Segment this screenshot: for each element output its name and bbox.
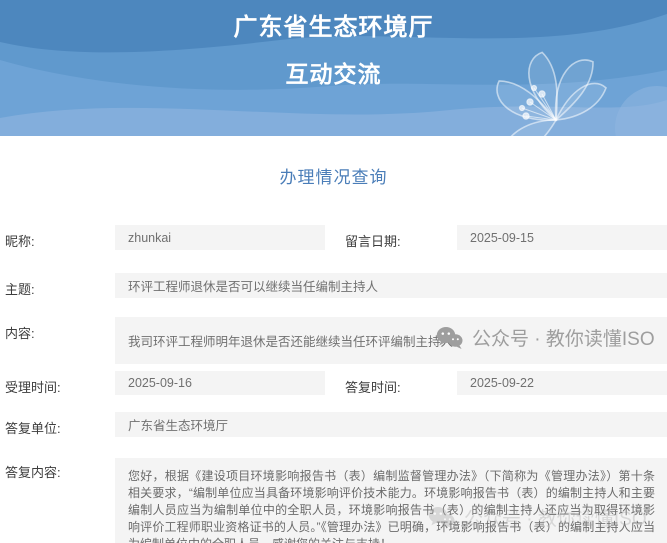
site-title: 广东省生态环境厅 xyxy=(233,14,434,41)
page-root: 广东省生态环境厅 互动交流 办理情况查询 昵称: zhunkai 留言日期: 2… xyxy=(0,0,667,543)
reply-time-label: 答复时间: xyxy=(345,380,401,395)
reply-unit-field[interactable]: 广东省生态环境厅 xyxy=(115,412,667,437)
subject-field[interactable]: 环评工程师退休是否可以继续当任编制主持人 xyxy=(115,273,667,298)
site-subtitle: 互动交流 xyxy=(285,61,382,87)
banner: 广东省生态环境厅 互动交流 xyxy=(0,0,667,136)
message-date-label: 留言日期: xyxy=(345,234,401,249)
accept-time-label: 受理时间: xyxy=(5,380,61,395)
reply-time-field[interactable]: 2025-09-22 xyxy=(457,371,667,395)
subject-label: 主题: xyxy=(5,282,35,297)
reply-unit-label: 答复单位: xyxy=(5,421,61,436)
banner-titles: 广东省生态环境厅 互动交流 xyxy=(0,0,667,89)
accept-time-field[interactable]: 2025-09-16 xyxy=(115,371,325,395)
nickname-label: 昵称: xyxy=(5,234,35,249)
content-label: 内容: xyxy=(5,326,35,341)
page-title: 办理情况查询 xyxy=(279,168,388,187)
nickname-field[interactable]: zhunkai xyxy=(115,225,325,250)
reply-content-label: 答复内容: xyxy=(5,465,61,480)
content-field[interactable]: 我司环评工程师明年退休是否还能继续当任环评编制主持人 xyxy=(115,317,667,364)
reply-content-field[interactable]: 您好，根据《建设项目环境影响报告书（表）编制监督管理办法》（下简称为《管理办法》… xyxy=(115,458,667,543)
message-date-field[interactable]: 2025-09-15 xyxy=(457,225,667,250)
